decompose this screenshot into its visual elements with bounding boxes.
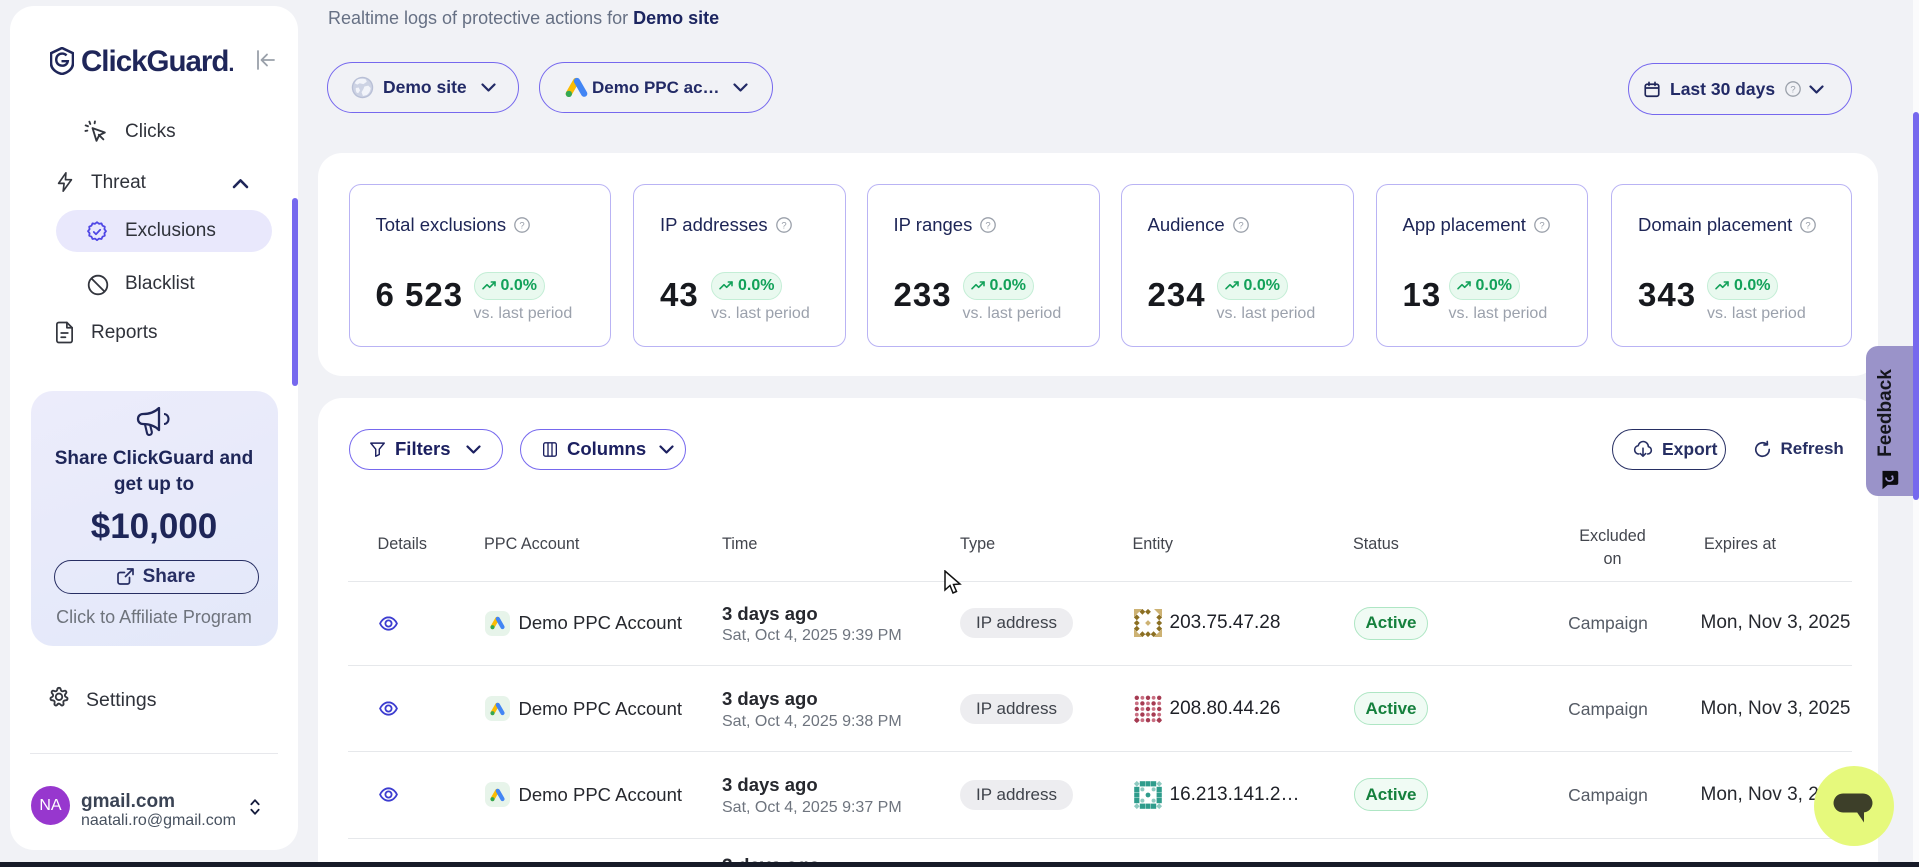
svg-text:?: ? <box>1790 84 1795 95</box>
svg-text:?: ? <box>781 220 786 231</box>
svg-text:?: ? <box>986 220 991 231</box>
svg-text:?: ? <box>1238 220 1243 231</box>
svg-text:?: ? <box>519 220 524 231</box>
svg-text:?: ? <box>1806 220 1811 231</box>
svg-text:?: ? <box>1539 220 1544 231</box>
